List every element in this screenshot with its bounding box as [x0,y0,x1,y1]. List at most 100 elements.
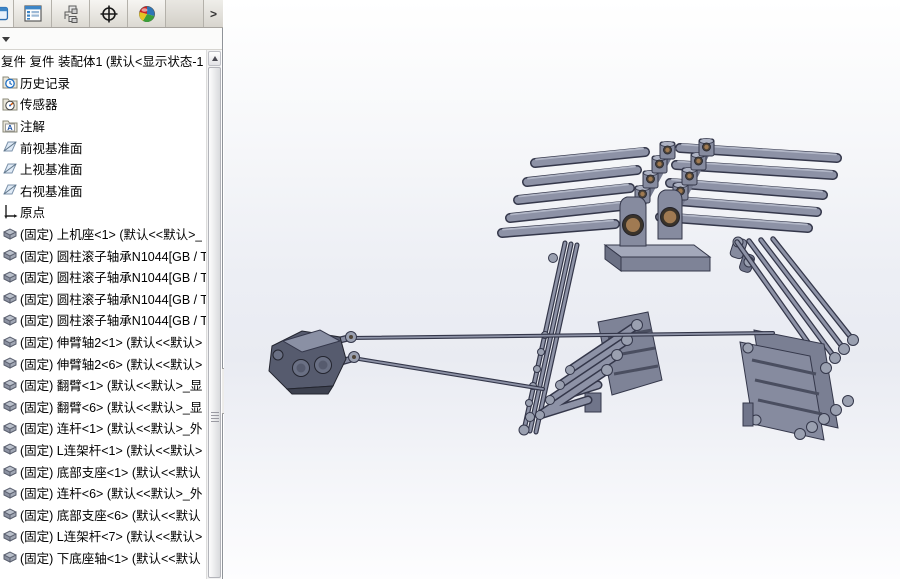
featuremanager-tree-icon [0,6,9,20]
part-icon [2,506,20,522]
tree-item[interactable]: (固定) L连架杆<7> (默认<<默认> [0,525,206,547]
flyout-arrow-icon[interactable] [2,37,10,42]
graphics-viewport[interactable]: .bo { stroke:#34374a; fill:none; stroke-… [224,0,900,579]
part-icon [2,290,20,306]
history-icon [2,74,20,90]
manager-tab-bar: > [0,0,223,28]
plane-icon [2,139,20,155]
tree-item-label: (固定) 伸臂轴2<1> (默认<<默认> [20,336,203,351]
tree-item[interactable]: (固定) 连杆<1> (默认<<默认>_外 [0,417,206,439]
feature-tree: 复件 复件 装配体1 (默认<显示状态-1 历史记录 传感器 A 注解 前视基准… [0,50,206,579]
part-icon [2,485,20,501]
tree-item[interactable]: 上视基准面 [0,158,206,180]
dimxpert-icon [100,5,117,22]
featuremanager-panel: > 复件 复件 装配体1 (默认<显示状态-1 历史记录 传感器 A 注解 前视… [0,0,223,579]
svg-text:A: A [7,123,13,132]
scroll-up-arrow-icon [211,56,218,61]
scroll-thumb-grip [211,412,219,424]
part-icon [2,377,20,393]
tree-item[interactable]: 传感器 [0,93,206,115]
plane-icon [2,161,20,177]
pillow-block-1 [619,196,647,247]
tree-item-label: (固定) L连架杆<1> (默认<<默认> [20,443,203,458]
part-icon [2,247,20,263]
tree-item[interactable]: (固定) 圆柱滚子轴承N1044[GB / T [0,266,206,288]
tree-item-label: (固定) 下底座轴<1> (默认<<默认 [20,551,201,566]
part-icon [2,334,20,350]
tree-item-label: 注解 [20,120,46,135]
tree-scrollbar[interactable] [206,50,221,579]
tree-item-label: (固定) 连杆<1> (默认<<默认>_外 [20,422,203,437]
part-icon [2,312,20,328]
tree-item[interactable]: (固定) 底部支座<1> (默认<<默认 [0,460,206,482]
propertymanager-icon [23,4,42,22]
part-icon [2,420,20,436]
right-scissor-assembly [739,329,859,441]
tree-item-label: 原点 [20,206,46,221]
tree-item-label: 上视基准面 [20,163,83,178]
tree-item[interactable]: A 注解 [0,115,206,137]
part-icon [2,463,20,479]
tree-item-label: (固定) 底部支座<6> (默认<<默认 [20,508,201,523]
tab-overflow-button[interactable]: > [203,0,223,27]
tree-item[interactable]: 右视基准面 [0,180,206,202]
tree-item-label: (固定) L连架杆<7> (默认<<默认> [20,530,203,545]
tree-item-label: (固定) 翻臂<1> (默认<<默认>_显 [20,379,203,394]
scroll-up-button[interactable] [208,51,221,66]
tree-item[interactable]: (固定) 伸臂轴2<6> (默认<<默认> [0,352,206,374]
tree-item[interactable]: (固定) 下底座轴<1> (默认<<默认 [0,547,206,569]
tree-item-label: (固定) 伸臂轴2<6> (默认<<默认> [20,357,203,372]
pillow-block-2 [657,189,683,240]
tree-item[interactable]: (固定) 连杆<6> (默认<<默认>_外 [0,482,206,504]
panel-filter-strip [0,28,222,50]
tree-item-label: (固定) 底部支座<1> (默认<<默认 [20,465,201,480]
part-icon [2,355,20,371]
tree-item[interactable]: (固定) 圆柱滚子轴承N1044[GB / T [0,244,206,266]
tree-item-label: (固定) 翻臂<6> (默认<<默认>_显 [20,400,203,415]
tab-dimxpertmanager[interactable] [90,0,128,27]
tree-item[interactable]: (固定) 圆柱滚子轴承N1044[GB / T [0,309,206,331]
part-icon [2,528,20,544]
displaymanager-icon [138,5,155,22]
left-gearbox [268,329,360,395]
tree-item[interactable]: (固定) 圆柱滚子轴承N1044[GB / T [0,288,206,310]
part-icon [2,398,20,414]
tree-item-label: (固定) 圆柱滚子轴承N1044[GB / T [20,292,206,307]
annotations-icon: A [2,118,20,134]
scroll-thumb[interactable] [208,67,221,578]
tree-item[interactable]: (固定) 翻臂<1> (默认<<默认>_显 [0,374,206,396]
tree-item-label: (固定) 圆柱滚子轴承N1044[GB / T [20,271,206,286]
tree-root-assembly[interactable]: 复件 复件 装配体1 (默认<显示状态-1 [0,50,206,72]
tree-item-label: (固定) 圆柱滚子轴承N1044[GB / T [20,249,206,264]
part-icon [2,226,20,242]
assembly-model: .bo { stroke:#34374a; fill:none; stroke-… [268,138,859,441]
tab-featuremanager[interactable] [0,0,14,27]
tree-item[interactable]: 前视基准面 [0,136,206,158]
configurationmanager-icon [64,5,77,23]
tree-item[interactable]: 历史记录 [0,72,206,94]
tab-configurationmanager[interactable] [52,0,90,27]
tree-item[interactable]: (固定) 翻臂<6> (默认<<默认>_显 [0,396,206,418]
part-icon [2,441,20,457]
tree-item[interactable]: (固定) L连架杆<1> (默认<<默认> [0,439,206,461]
tree-item-label: (固定) 上机座<1> (默认<<默认>_ [20,228,203,243]
tree-item-label: (固定) 连杆<6> (默认<<默认>_外 [20,487,203,502]
tree-item-label: 传感器 [20,98,58,113]
tab-propertymanager[interactable] [14,0,52,27]
tree-item[interactable]: (固定) 伸臂轴2<1> (默认<<默认> [0,331,206,353]
plane-icon [2,182,20,198]
origin-icon [2,204,20,220]
tab-displaymanager[interactable] [128,0,166,27]
tree-item[interactable]: 原点 [0,201,206,223]
part-icon [2,269,20,285]
tree-item-label: (固定) 圆柱滚子轴承N1044[GB / T [20,314,206,329]
tree-item-label: 历史记录 [20,76,71,91]
tree-item-label: 前视基准面 [20,141,83,156]
right-foot [742,402,754,427]
overflow-arrow: > [209,6,217,21]
tree-item[interactable]: (固定) 上机座<1> (默认<<默认>_ [0,223,206,245]
part-icon [2,549,20,565]
sensors-icon [2,96,20,112]
tree-item[interactable]: (固定) 底部支座<6> (默认<<默认 [0,503,206,525]
tree-item-label: 右视基准面 [20,184,83,199]
